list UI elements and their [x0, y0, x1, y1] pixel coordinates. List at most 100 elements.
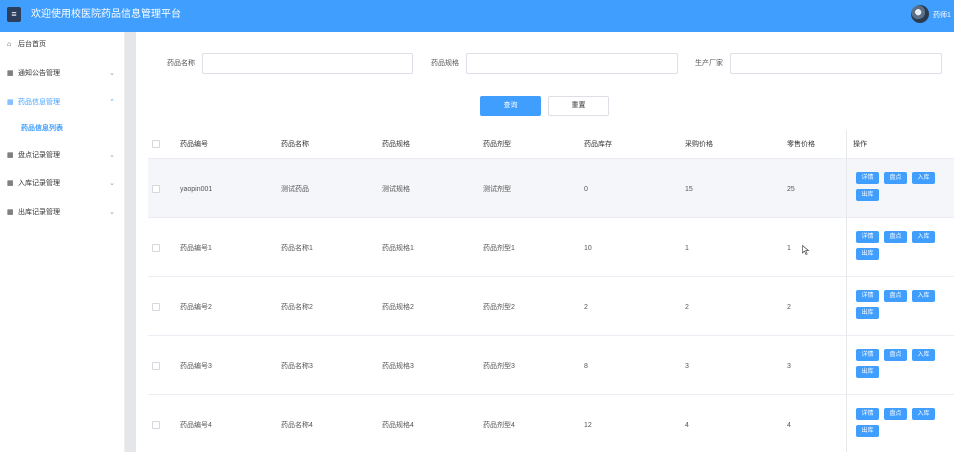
sidebar-gutter — [125, 32, 136, 452]
sidebar-item-label: 出库记录管理 — [18, 209, 60, 216]
stock-out-button[interactable]: 出库 — [856, 307, 879, 319]
reset-button[interactable]: 重置 — [548, 96, 609, 116]
row-checkbox[interactable] — [152, 421, 160, 429]
inventory-button[interactable]: 盘点 — [884, 231, 907, 243]
table-cell: 3 — [787, 363, 791, 370]
stock-out-button[interactable]: 出库 — [856, 248, 879, 260]
table-row[interactable]: yaopin001 测试药品 测试规格 测试剂型 0 15 25 详情 盘点 入库 出库 — [148, 159, 954, 218]
table-row[interactable]: 药品编号2 药品名称2 药品规格2 药品剂型2 2 2 2 详情 盘点 入库出库 — [148, 277, 954, 336]
col-drug-form: 药品剂型 — [483, 141, 511, 148]
sidebar-item-label: 入库记录管理 — [18, 180, 60, 187]
sidebar-subitem-drug-list[interactable]: 药品信息列表 — [21, 124, 63, 133]
detail-button[interactable]: 详情 — [856, 408, 879, 420]
mouse-cursor-icon — [802, 245, 810, 255]
row-checkbox[interactable] — [152, 244, 160, 252]
grid-icon: ▦ — [7, 99, 14, 106]
table-cell: 药品编号1 — [180, 245, 212, 252]
sidebar-item-notice[interactable]: ▦ 通知公告管理 ⌄ — [0, 66, 125, 82]
filter-label-spec: 药品规格 — [431, 60, 459, 67]
table-cell: 测试剂型 — [483, 186, 511, 193]
table-cell: 药品编号4 — [180, 422, 212, 429]
inventory-button[interactable]: 盘点 — [884, 290, 907, 302]
table-cell: 0 — [584, 186, 588, 193]
query-button[interactable]: 查询 — [480, 96, 541, 116]
table-row[interactable]: 药品编号4 药品名称4 药品规格4 药品剂型4 12 4 4 详情 盘点 入库 出库 — [148, 395, 954, 452]
grid-icon: ▦ — [7, 152, 14, 159]
stock-out-button[interactable]: 出库 — [856, 189, 879, 201]
sidebar-item-stock-in[interactable]: ▦ 入库记录管理 ⌄ — [0, 176, 125, 192]
inventory-button[interactable]: 盘点 — [884, 408, 907, 420]
row-checkbox[interactable] — [152, 303, 160, 311]
sidebar-item-label: 药品信息管理 — [18, 99, 60, 106]
table-cell: 药品剂型1 — [483, 245, 515, 252]
col-drug-name: 药品名称 — [281, 141, 309, 148]
table-cell: 4 — [787, 422, 791, 429]
stock-in-button[interactable]: 入库 — [912, 290, 935, 302]
select-all-checkbox[interactable] — [152, 140, 160, 148]
table-cell: 药品规格2 — [382, 304, 414, 311]
table-cell: 3 — [685, 363, 689, 370]
table-cell: 药品编号2 — [180, 304, 212, 311]
sidebar-item-label: 通知公告管理 — [18, 70, 60, 77]
chevron-up-icon: ⌃ — [109, 99, 115, 106]
top-header: ≡ 欢迎使用校医院药品信息管理平台 药师1 — [0, 0, 954, 32]
table-row[interactable]: 药品编号1 药品名称1 药品规格1 药品剂型1 10 1 1 详情 盘点 入库 出库 — [148, 218, 954, 277]
hamburger-icon[interactable]: ≡ — [7, 7, 21, 22]
sidebar: ⌂ 后台首页 ▦ 通知公告管理 ⌄ ▦ 药品信息管理 ⌃ 药品信息列表 ▦ 盘点… — [0, 32, 125, 452]
sidebar-item-drug-info[interactable]: ▦ 药品信息管理 ⌃ — [0, 95, 125, 111]
chevron-down-icon: ⌄ — [109, 152, 115, 159]
sidebar-item-label: 后台首页 — [18, 41, 46, 48]
grid-icon: ▦ — [7, 209, 14, 216]
detail-button[interactable]: 详情 — [856, 290, 879, 302]
col-stock: 药品库存 — [584, 141, 612, 148]
stock-in-button[interactable]: 入库 — [912, 172, 935, 184]
table-row[interactable]: 药品编号3 药品名称3 药品规格3 药品剂型3 8 3 3 详情 盘点 入库 出库 — [148, 336, 954, 395]
table-cell: 2 — [685, 304, 689, 311]
table-cell: 1 — [685, 245, 689, 252]
drug-spec-input[interactable] — [466, 53, 678, 74]
table-cell: 药品剂型2 — [483, 304, 515, 311]
table-cell: 药品剂型3 — [483, 363, 515, 370]
detail-button[interactable]: 详情 — [856, 231, 879, 243]
sidebar-item-label: 盘点记录管理 — [18, 152, 60, 159]
home-icon: ⌂ — [7, 41, 12, 48]
row-checkbox[interactable] — [152, 362, 160, 370]
stock-out-button[interactable]: 出库 — [856, 425, 879, 437]
table-cell: 2 — [787, 304, 791, 311]
inventory-button[interactable]: 盘点 — [884, 349, 907, 361]
sidebar-item-home[interactable]: ⌂ 后台首页 — [0, 37, 125, 53]
row-checkbox[interactable] — [152, 185, 160, 193]
table-cell: 2 — [584, 304, 588, 311]
table-cell: 药品名称2 — [281, 304, 313, 311]
stock-in-button[interactable]: 入库 — [912, 349, 935, 361]
stock-out-button[interactable]: 出库 — [856, 366, 879, 378]
table-cell: 25 — [787, 186, 795, 193]
table-cell: 药品名称4 — [281, 422, 313, 429]
sidebar-item-stock-out[interactable]: ▦ 出库记录管理 ⌄ — [0, 205, 125, 221]
stock-in-button[interactable]: 入库 — [912, 408, 935, 420]
table-cell: 测试规格 — [382, 186, 410, 193]
table-cell: 药品名称1 — [281, 245, 313, 252]
stock-in-button[interactable]: 入库 — [912, 231, 935, 243]
username[interactable]: 药师1 — [933, 11, 951, 20]
chevron-down-icon: ⌄ — [109, 70, 115, 77]
app-title: 欢迎使用校医院药品信息管理平台 — [31, 9, 181, 20]
filter-label-name: 药品名称 — [167, 60, 195, 67]
col-retail-price: 零售价格 — [787, 141, 815, 148]
detail-button[interactable]: 详情 — [856, 349, 879, 361]
col-drug-spec: 药品规格 — [382, 141, 410, 148]
avatar[interactable] — [911, 5, 929, 23]
inventory-button[interactable]: 盘点 — [884, 172, 907, 184]
table-cell: 药品规格4 — [382, 422, 414, 429]
table-cell: 10 — [584, 245, 592, 252]
detail-button[interactable]: 详情 — [856, 172, 879, 184]
table-cell: 药品名称3 — [281, 363, 313, 370]
filter-label-maker: 生产厂家 — [695, 60, 723, 67]
table-cell: 15 — [685, 186, 693, 193]
sidebar-item-inventory[interactable]: ▦ 盘点记录管理 ⌄ — [0, 148, 125, 164]
table-cell: yaopin001 — [180, 186, 213, 193]
chevron-down-icon: ⌄ — [109, 209, 115, 216]
manufacturer-input[interactable] — [730, 53, 942, 74]
drug-name-input[interactable] — [202, 53, 413, 74]
col-drug-id: 药品编号 — [180, 141, 208, 148]
